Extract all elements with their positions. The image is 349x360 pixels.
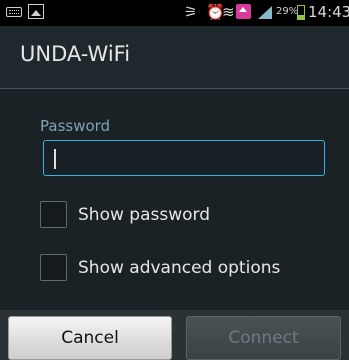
clock: 14:43 <box>308 3 349 21</box>
password-label: Password <box>40 117 111 135</box>
screen: ⚞ ⏰ ≋ 29% 14:43 UNDA-WiFi Password Show … <box>0 0 349 360</box>
show-password-label[interactable]: Show password <box>78 205 210 225</box>
home-icon <box>236 4 251 19</box>
wifi-connect-dialog: UNDA-WiFi Password Show password Show ad… <box>0 26 349 360</box>
dialog-button-bar: Cancel Connect <box>0 310 349 360</box>
nfc-icon: ⚞ <box>184 3 198 21</box>
show-password-checkbox[interactable] <box>40 201 67 228</box>
show-advanced-options-checkbox[interactable] <box>40 254 67 281</box>
show-advanced-options-row[interactable]: Show advanced options <box>40 254 340 284</box>
battery-percent: 29% <box>276 6 299 17</box>
show-password-row[interactable]: Show password <box>40 201 340 231</box>
status-bar: ⚞ ⏰ ≋ 29% 14:43 <box>0 0 349 26</box>
dialog-title-bar: UNDA-WiFi <box>0 26 349 89</box>
password-input[interactable] <box>44 141 324 175</box>
cancel-button[interactable]: Cancel <box>8 316 172 360</box>
signal-icon <box>258 6 272 19</box>
password-field[interactable] <box>43 140 325 176</box>
battery-icon <box>297 5 305 20</box>
image-icon <box>28 4 44 19</box>
text-caret <box>54 149 56 169</box>
connect-button[interactable]: Connect <box>186 316 341 360</box>
dialog-title: UNDA-WiFi <box>20 42 131 66</box>
battery-fill <box>298 15 304 19</box>
show-advanced-options-label[interactable]: Show advanced options <box>78 258 280 278</box>
wifi-icon: ≋ <box>222 3 235 21</box>
keyboard-icon <box>6 7 22 17</box>
